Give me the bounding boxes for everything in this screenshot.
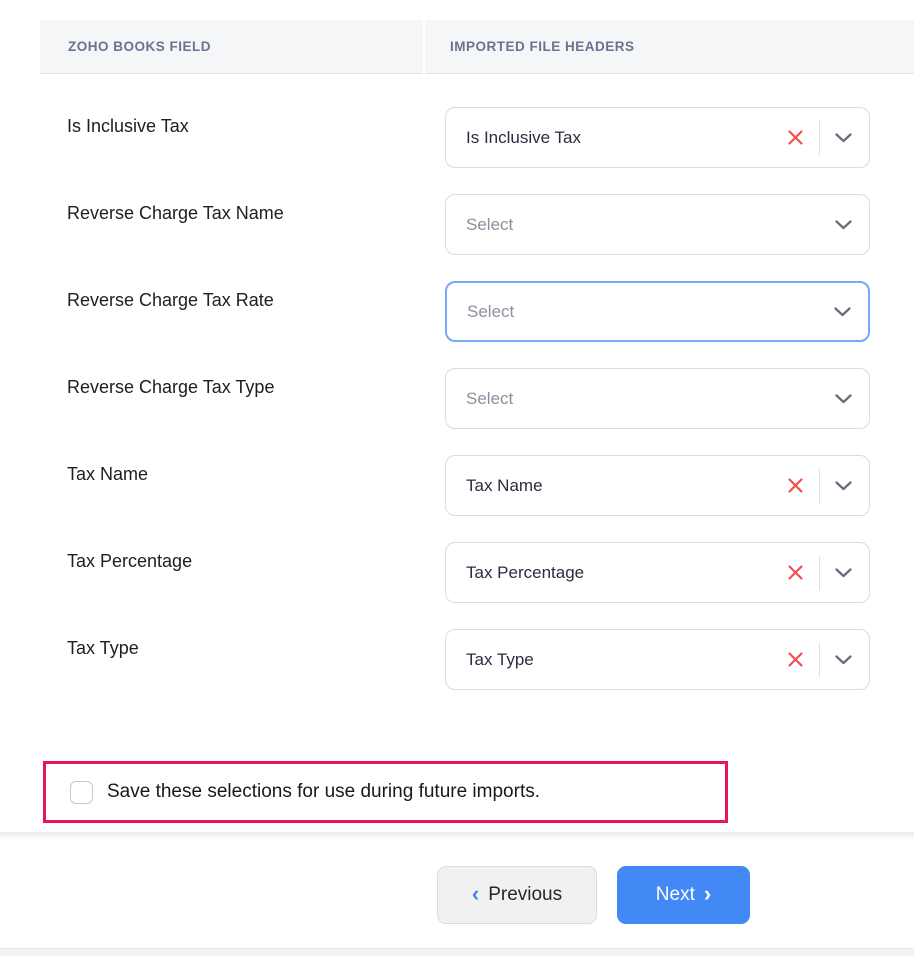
- chevron-down-icon[interactable]: [835, 568, 852, 578]
- chevron-down-icon[interactable]: [834, 307, 851, 317]
- bottom-page-edge: [0, 948, 914, 956]
- dropdown-selected-value: Tax Percentage: [466, 563, 787, 583]
- imported-header-dropdown[interactable]: Tax Percentage: [445, 542, 870, 603]
- clear-selection-icon[interactable]: [787, 651, 804, 668]
- next-button[interactable]: Next ›: [617, 866, 750, 924]
- chevron-down-icon[interactable]: [835, 481, 852, 491]
- zoho-field-label: Tax Type: [67, 638, 139, 659]
- zoho-field-label: Tax Name: [67, 464, 148, 485]
- dropdown-selected-value: Select: [466, 215, 835, 235]
- footer-divider-shadow: [0, 832, 914, 840]
- zoho-field-label: Reverse Charge Tax Name: [67, 203, 284, 224]
- dropdown-divider: [819, 469, 820, 503]
- table-row: Is Inclusive Tax Is Inclusive Tax: [0, 107, 914, 168]
- table-row: Reverse Charge Tax Type Select: [0, 368, 914, 429]
- previous-button-label: Previous: [488, 884, 562, 906]
- next-button-label: Next: [656, 884, 695, 906]
- import-field-mapping-page: ZOHO BOOKS FIELD IMPORTED FILE HEADERS I…: [0, 0, 914, 956]
- table-row: Tax Type Tax Type: [0, 629, 914, 690]
- table-row: Tax Percentage Tax Percentage: [0, 542, 914, 603]
- table-row: Reverse Charge Tax Name Select: [0, 194, 914, 255]
- imported-header-dropdown[interactable]: Tax Name: [445, 455, 870, 516]
- chevron-left-icon: ‹: [472, 883, 479, 905]
- zoho-field-label: Tax Percentage: [67, 551, 192, 572]
- save-selections-checkbox[interactable]: [70, 781, 93, 804]
- column-header-imported-file-headers: IMPORTED FILE HEADERS: [425, 20, 914, 74]
- dropdown-divider: [819, 121, 820, 155]
- table-row: Tax Name Tax Name: [0, 455, 914, 516]
- chevron-down-icon[interactable]: [835, 220, 852, 230]
- save-selections-label[interactable]: Save these selections for use during fut…: [107, 781, 540, 803]
- dropdown-divider: [819, 643, 820, 677]
- imported-header-dropdown[interactable]: Select: [445, 281, 870, 342]
- imported-header-dropdown[interactable]: Select: [445, 194, 870, 255]
- dropdown-selected-value: Tax Type: [466, 650, 787, 670]
- previous-button[interactable]: ‹ Previous: [437, 866, 597, 924]
- zoho-field-label: Is Inclusive Tax: [67, 116, 189, 137]
- mapping-table-header: ZOHO BOOKS FIELD IMPORTED FILE HEADERS: [40, 20, 914, 74]
- imported-header-dropdown[interactable]: Select: [445, 368, 870, 429]
- clear-selection-icon[interactable]: [787, 477, 804, 494]
- table-row: Reverse Charge Tax Rate Select: [0, 281, 914, 342]
- dropdown-selected-value: Tax Name: [466, 476, 787, 496]
- zoho-field-label: Reverse Charge Tax Type: [67, 377, 274, 398]
- dropdown-selected-value: Is Inclusive Tax: [466, 128, 787, 148]
- column-header-label: ZOHO BOOKS FIELD: [68, 39, 211, 54]
- chevron-down-icon[interactable]: [835, 655, 852, 665]
- annotation-highlight-box: Save these selections for use during fut…: [43, 761, 728, 823]
- imported-header-dropdown[interactable]: Tax Type: [445, 629, 870, 690]
- dropdown-selected-value: Select: [466, 389, 835, 409]
- chevron-right-icon: ›: [704, 883, 711, 905]
- clear-selection-icon[interactable]: [787, 564, 804, 581]
- clear-selection-icon[interactable]: [787, 129, 804, 146]
- column-header-label: IMPORTED FILE HEADERS: [450, 39, 635, 54]
- imported-header-dropdown[interactable]: Is Inclusive Tax: [445, 107, 870, 168]
- zoho-field-label: Reverse Charge Tax Rate: [67, 290, 274, 311]
- dropdown-divider: [819, 556, 820, 590]
- chevron-down-icon[interactable]: [835, 394, 852, 404]
- column-header-zoho-books-field: ZOHO BOOKS FIELD: [40, 20, 423, 74]
- chevron-down-icon[interactable]: [835, 133, 852, 143]
- dropdown-selected-value: Select: [467, 302, 834, 322]
